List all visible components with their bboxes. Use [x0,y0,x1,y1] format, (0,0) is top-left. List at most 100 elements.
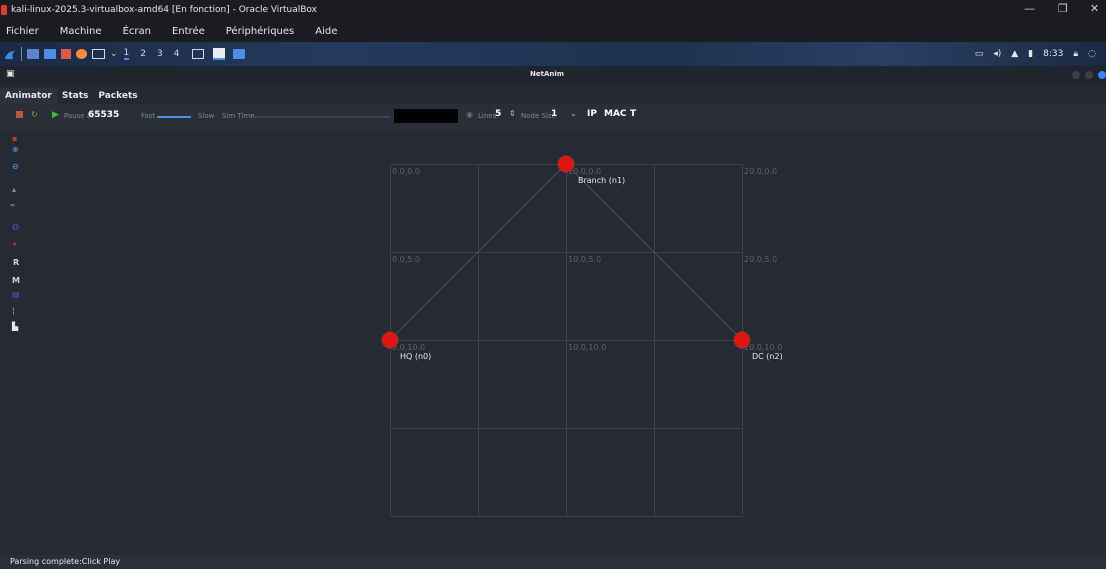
app-close-button[interactable] [1098,71,1106,79]
zoom-out-icon[interactable]: ⊖ [12,162,19,171]
display-icon[interactable]: ▭ [975,49,984,59]
reload-icon[interactable]: ↻ [31,110,38,119]
minimize-button[interactable]: — [1024,2,1035,15]
kali-panel: ⌄ 1 2 3 4 ▭ ◂) ▲ ▮ 8:33 🔒︎ ◌ [0,42,1106,66]
sim-time-label: Sim Time [222,112,255,120]
kali-dragon-icon[interactable] [4,49,16,59]
menu-peripheriques[interactable]: Périphériques [226,26,295,37]
lines-label: Lines [478,112,497,120]
grid-coordinate-label: 0.0,5.0 [392,255,420,264]
battery-icon[interactable]: ▮ [1028,49,1033,59]
link-line [565,163,743,341]
virtualbox-icon [1,5,7,15]
node-size-dropdown-icon[interactable]: ⌄ [570,109,577,118]
chevron-down-icon[interactable]: ⌄ [110,49,118,59]
zoom-in-icon[interactable]: ⊕ [12,145,19,154]
grid-coordinate-label: 20.0,0.0 [744,167,778,176]
window-title: kali-linux-2025.3-virtualbox-amd64 [En f… [11,5,317,15]
node-label: HQ (n0) [400,352,432,361]
open-trace-icon[interactable] [16,111,23,118]
vbox-titlebar: kali-linux-2025.3-virtualbox-amd64 [En f… [0,0,1106,20]
grid-coordinate-label: 0.0,0.0 [392,167,420,176]
panel-separator [21,47,22,61]
battery-level-icon[interactable]: ¦ [12,306,15,315]
link-line [389,163,567,341]
node-size-value[interactable]: 1 [551,109,557,119]
file-manager-icon[interactable] [44,49,56,59]
sim-time-slider[interactable] [252,116,390,118]
grid-coordinate-label: 10.0,10.0 [568,343,607,352]
clock[interactable]: 8:33 [1043,49,1063,59]
taskbar-netanim-icon[interactable] [213,48,226,60]
node-1[interactable] [558,156,574,172]
system-tray: ▭ ◂) ▲ ▮ 8:33 🔒︎ ◌ [975,42,1106,66]
lines-value[interactable]: 5 [495,109,501,119]
terminal-icon[interactable] [92,49,105,59]
netanim-titlebar: ▣ NetAnim [0,66,1106,84]
app-maximize-button[interactable] [1085,71,1093,79]
netanim-app-icon: ▣ [6,69,15,79]
record-icon[interactable]: • [12,240,17,249]
t-toggle[interactable]: T [630,109,636,119]
workspace-2[interactable]: 2 [140,49,146,59]
node-0[interactable] [382,332,398,348]
lock-icon[interactable]: 🔒︎ [1073,49,1078,59]
menu-entree[interactable]: Entrée [172,26,205,37]
close-button[interactable]: ✕ [1090,2,1099,15]
node-2[interactable] [734,332,750,348]
menu-machine[interactable]: Machine [60,26,102,37]
lines-icon: ◉ [466,110,473,119]
taskbar-terminal-icon[interactable] [192,49,205,59]
notification-bell-icon[interactable]: ▲ [1011,49,1018,59]
grid-icon[interactable]: ◍ [12,222,19,231]
mac-toggle[interactable]: MAC [604,109,627,119]
animator-toolbar: ↻ ▶ Pause at 65535 Fast Slow Sim Time ◉ … [0,104,1106,130]
tab-stats[interactable]: Stats [57,88,94,104]
grid-coordinate-label: 20.0,10.0 [744,343,783,352]
netanim-tabs: Animator Stats Packets [0,84,1106,104]
m-tool[interactable]: M [12,276,20,285]
node-info-icon[interactable]: ▙ [12,322,18,331]
grid-coordinate-label: 0.0,10.0 [392,343,426,352]
workspace-3[interactable]: 3 [157,49,163,59]
left-toolbar: ▪ ⊕ ⊖ ▴ ≈ ◍ • R M ▤ ¦ ▙ [0,130,29,555]
speed-slider[interactable] [157,116,191,118]
stop-icon[interactable]: ▪ [12,134,17,143]
volume-icon[interactable]: ◂) [993,49,1001,59]
play-icon[interactable]: ▶ [52,110,59,120]
slow-label: Slow [198,112,215,120]
menu-ecran[interactable]: Écran [123,26,151,37]
workspace-4[interactable]: 4 [174,49,180,59]
node-label: DC (n2) [752,352,783,361]
power-icon[interactable]: ◌ [1088,49,1096,59]
link-layer [389,163,743,341]
tab-packets[interactable]: Packets [93,88,142,104]
animation-canvas[interactable]: 0.0,0.0 10.0,0.0 20.0,0.0 0.0,5.0 10.0,5.0 20… [28,130,1106,555]
firefox-icon[interactable] [76,49,87,59]
show-desktop-icon[interactable] [27,49,39,59]
app-minimize-button[interactable] [1072,71,1080,79]
vbox-menubar: Fichier Machine Écran Entrée Périphériqu… [0,20,1106,42]
packet-icon[interactable]: ▤ [12,290,20,299]
text-editor-icon[interactable] [61,49,71,59]
menu-fichier[interactable]: Fichier [6,26,39,37]
grid-coordinate-label: 20.0,5.0 [744,255,778,264]
status-message: Parsing complete:Click Play [10,557,121,566]
tab-animator[interactable]: Animator [0,88,57,104]
grid-coordinate-label: 10.0,5.0 [568,255,602,264]
flow-icon[interactable]: ≈ [10,202,15,209]
maximize-button[interactable]: ❐ [1058,2,1068,15]
pointer-icon[interactable]: ▴ [12,185,16,194]
pause-at-value[interactable]: 65535 [88,110,119,120]
r-tool[interactable]: R [13,258,19,267]
ip-toggle[interactable]: IP [587,109,597,119]
lines-spinner-icon[interactable]: ⇕ [509,109,516,118]
node-label: Branch (n1) [578,176,626,185]
status-bar: Parsing complete:Click Play [0,555,1106,569]
sim-time-display [394,109,458,123]
fast-label: Fast [141,112,156,120]
grid-coordinate-label: 10.0,0.0 [568,167,602,176]
workspace-1[interactable]: 1 [123,48,130,60]
taskbar-folder-icon[interactable] [233,49,246,59]
menu-aide[interactable]: Aide [315,26,337,37]
